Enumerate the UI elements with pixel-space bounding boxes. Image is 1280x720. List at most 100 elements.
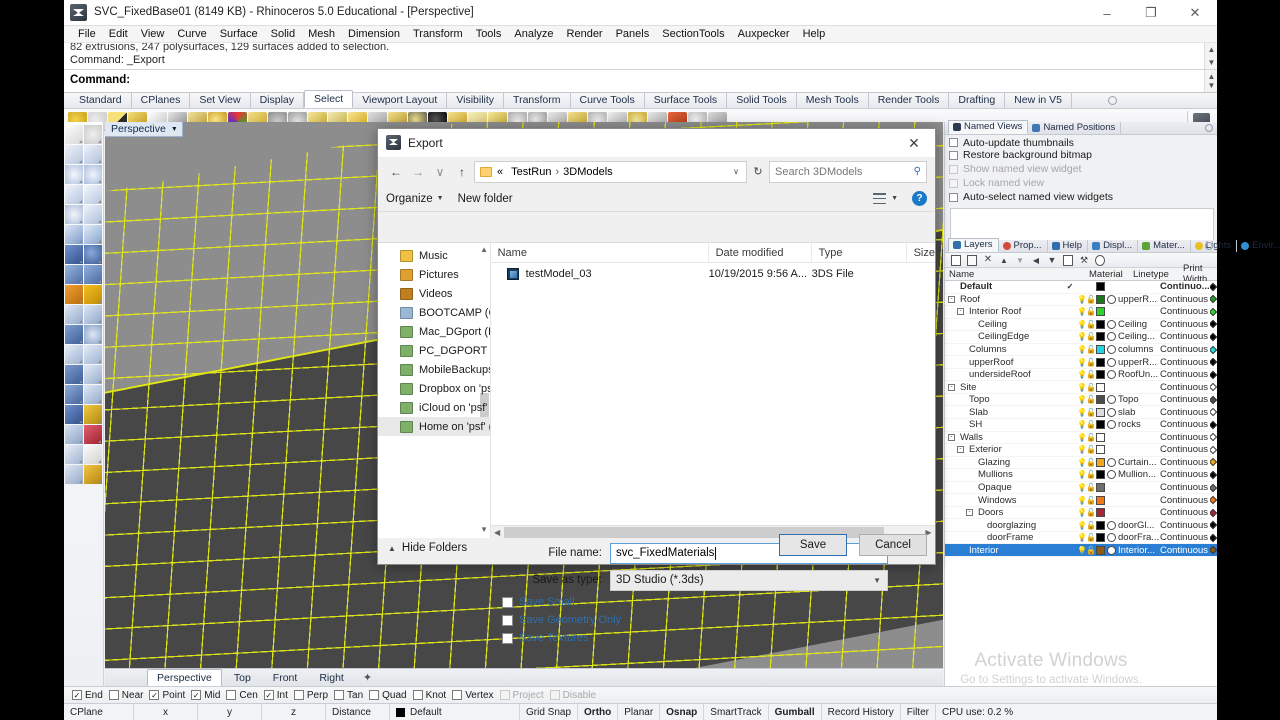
nav-item-music[interactable]: Music — [378, 246, 490, 265]
layers-list[interactable]: Default✓Continuo...Default-Roof💡🔓upperR.… — [945, 281, 1217, 686]
layer-print-width[interactable]: Default — [1210, 482, 1217, 493]
layer-lock-icon[interactable]: 🔓 — [1086, 383, 1096, 392]
layer-row[interactable]: Ceiling 💡🔓 Ceiling ContinuousDefault — [945, 319, 1217, 332]
viewport-add-tab-button[interactable]: ✦ — [356, 669, 379, 686]
nav-item-home-on-psf-z[interactable]: Home on 'psf' (Z — [378, 417, 490, 436]
layer-row[interactable]: -Exterior 💡🔓 ContinuousDefault — [945, 444, 1217, 457]
viewport-tab-top[interactable]: Top — [224, 669, 261, 687]
layer-print-width[interactable]: Default — [1210, 331, 1217, 342]
layer-expander-icon[interactable]: - — [948, 383, 955, 391]
layer-expander-icon[interactable]: - — [948, 433, 955, 441]
option-save-textures[interactable]: Save Textures — [502, 632, 589, 644]
layer-color-swatch[interactable] — [1096, 319, 1105, 329]
layer-visibility-icon[interactable]: 💡 — [1077, 508, 1087, 517]
nav-item-bootcamp-c[interactable]: BOOTCAMP (C:) — [378, 303, 490, 322]
nav-item-pictures[interactable]: Pictures — [378, 265, 490, 284]
layer-lock-icon[interactable]: 🔓 — [1086, 295, 1096, 304]
layer-row[interactable]: doorFrame 💡🔓 doorFra...ContinuousDefault — [945, 532, 1217, 545]
cylinder-tool-icon[interactable] — [65, 265, 83, 284]
array-tool-icon[interactable] — [65, 385, 83, 404]
toolbar-tab-surface-tools[interactable]: Surface Tools — [645, 92, 728, 108]
layer-color-swatch[interactable] — [1096, 332, 1105, 342]
box-tool-icon[interactable] — [65, 245, 83, 264]
menu-surface[interactable]: Surface — [214, 27, 264, 41]
layer-visibility-icon[interactable]: 💡 — [1077, 320, 1087, 329]
layer-row[interactable]: Default✓Continuo...Default — [945, 281, 1217, 294]
circle-tool-icon[interactable] — [65, 165, 83, 184]
layer-row[interactable]: -Roof 💡🔓 upperR...ContinuousDefault — [945, 294, 1217, 307]
new-layer-icon[interactable] — [951, 254, 961, 266]
layer-row[interactable]: Windows 💡🔓 ContinuousDefault — [945, 494, 1217, 507]
layer-expander-icon[interactable]: - — [957, 446, 964, 454]
tab-named-views[interactable]: Named Views — [948, 120, 1029, 134]
check-tool-icon[interactable] — [84, 445, 102, 464]
command-history-scrollbar[interactable]: ▲ ▼ — [1204, 43, 1217, 69]
osnap-checkbox[interactable] — [369, 690, 380, 700]
layer-visibility-icon[interactable]: 💡 — [1077, 383, 1087, 392]
layer-color-swatch[interactable] — [1096, 370, 1105, 380]
polyline-tool-icon[interactable] — [65, 145, 83, 164]
toolbar-tab-display[interactable]: Display — [251, 92, 305, 108]
file-row[interactable]: testModel_03 10/19/2015 9:56 A... 3DS File — [491, 263, 935, 285]
tab-help[interactable]: Help — [1048, 240, 1089, 252]
toggle-record-history[interactable]: Record History — [822, 703, 901, 720]
offset-curve-icon[interactable] — [65, 345, 83, 364]
help-icon[interactable]: ? — [912, 191, 927, 206]
layer-linetype[interactable]: Continuous — [1160, 344, 1210, 355]
surface-loft-icon[interactable] — [84, 225, 102, 244]
settings-icon[interactable]: ⚒ — [1079, 255, 1089, 266]
osnap-checkbox[interactable]: ✓ — [191, 690, 202, 700]
copy-layer-icon[interactable] — [967, 254, 977, 266]
toolbar-tab-render-tools[interactable]: Render Tools — [869, 92, 950, 108]
layer-color-swatch[interactable] — [1096, 294, 1105, 304]
layer-row[interactable]: upperRoof 💡🔓 upperR...ContinuousDefault — [945, 356, 1217, 369]
toggle-ortho[interactable]: Ortho — [578, 703, 619, 720]
up-one-level-icon[interactable]: ↑ — [452, 161, 472, 183]
osnap-quad[interactable]: Quad — [369, 690, 407, 701]
layer-lock-icon[interactable]: 🔓 — [1086, 320, 1096, 329]
toolbar-tab-viewport-layout[interactable]: Viewport Layout — [353, 92, 448, 108]
layer-material-icon[interactable] — [1107, 420, 1116, 430]
nav-item-mac-dgport-e[interactable]: Mac_DGport (E:) — [378, 322, 490, 341]
search-input[interactable]: Search 3DModels ⚲ — [769, 160, 927, 183]
nav-item-videos[interactable]: Videos — [378, 284, 490, 303]
osnap-tan[interactable]: Tan — [334, 690, 363, 701]
layer-color-swatch[interactable] — [1096, 407, 1105, 417]
minimize-button[interactable]: – — [1085, 0, 1129, 26]
osnap-vertex[interactable]: Vertex — [452, 690, 494, 701]
layer-print-width[interactable]: Default — [1210, 294, 1217, 305]
layer-visibility-icon[interactable]: 💡 — [1077, 358, 1087, 367]
layer-row[interactable]: -Interior Roof 💡🔓 ContinuousDefault — [945, 306, 1217, 319]
restore-button[interactable]: ❐ — [1129, 0, 1173, 26]
layer-material-icon[interactable] — [1107, 457, 1116, 467]
menu-transform[interactable]: Transform — [407, 27, 469, 41]
layer-lock-icon[interactable]: 🔓 — [1086, 395, 1096, 404]
layer-color-swatch[interactable] — [1096, 533, 1105, 543]
menu-sectiontools[interactable]: SectionTools — [656, 27, 730, 41]
toolbar-tab-solid-tools[interactable]: Solid Tools — [727, 92, 797, 108]
layer-material-icon[interactable] — [1107, 370, 1116, 380]
layer-color-swatch[interactable] — [1096, 282, 1105, 292]
option-save-small[interactable]: Save Small — [502, 596, 575, 608]
layer-color-swatch[interactable] — [1096, 457, 1105, 467]
layer-color-swatch[interactable] — [1096, 520, 1105, 530]
refresh-icon[interactable]: ↻ — [749, 161, 767, 183]
layer-color-swatch[interactable] — [1096, 508, 1105, 518]
toolbar-tab-drafting[interactable]: Drafting — [949, 92, 1006, 108]
layer-visibility-icon[interactable]: 💡 — [1077, 395, 1087, 404]
layer-visibility-icon[interactable]: 💡 — [1077, 496, 1087, 505]
layer-material-icon[interactable] — [1107, 319, 1116, 329]
trim-tool-icon[interactable] — [84, 325, 102, 344]
layer-lock-icon[interactable]: 🔓 — [1086, 458, 1096, 467]
file-column-type[interactable]: Type — [812, 242, 907, 263]
export-dialog[interactable]: Export ✕ ← → ∨ ↑ « TestRun › 3DModels ∨ … — [377, 128, 936, 644]
layer-linetype[interactable]: Continuous — [1160, 369, 1210, 380]
layer-linetype[interactable]: Continuous — [1160, 382, 1210, 393]
osnap-mid[interactable]: ✓ Mid — [191, 690, 220, 701]
layer-properties-icon[interactable] — [1063, 254, 1073, 266]
grid-tool-icon[interactable] — [65, 425, 83, 444]
layer-linetype[interactable]: Continuous — [1160, 394, 1210, 405]
status-layer[interactable]: Default — [390, 703, 520, 720]
toolbar-tab-new-in-v5[interactable]: New in V5 — [1005, 92, 1073, 108]
extrude-tool-icon[interactable] — [84, 265, 102, 284]
